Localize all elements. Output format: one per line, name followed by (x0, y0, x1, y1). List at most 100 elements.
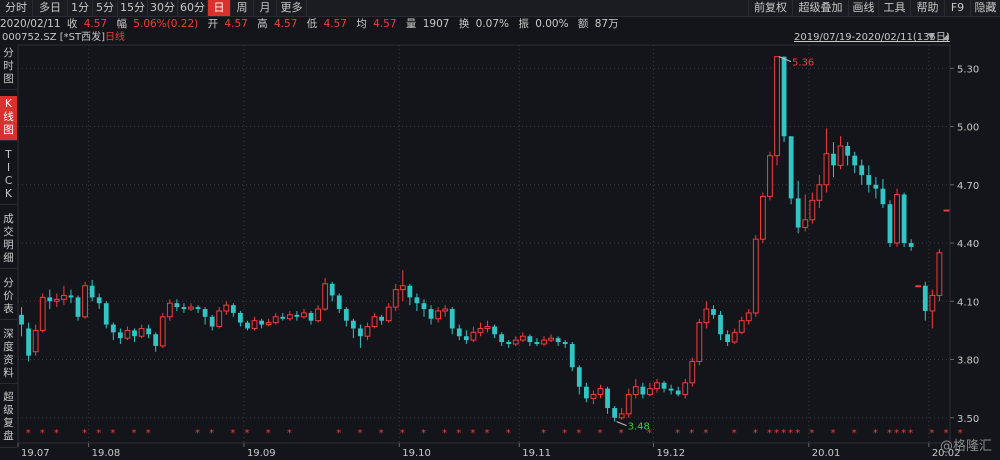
signal-marker: * (244, 428, 249, 439)
range-pin-icon[interactable]: ◢ (942, 31, 949, 44)
watermark: @格隆汇 (939, 439, 992, 454)
signal-marker: * (929, 428, 934, 439)
sidebar-item[interactable]: 分价表 (0, 275, 17, 320)
candle-body (238, 312, 243, 323)
candle-body (138, 327, 145, 337)
signal-marker: * (703, 428, 708, 439)
avg-label: 均 (356, 18, 367, 30)
candle-body (816, 184, 823, 201)
period-tab[interactable]: 5分 (93, 0, 118, 16)
candle-body (449, 309, 455, 329)
signal-marker: * (26, 428, 31, 439)
sidebar-item[interactable]: 分时图 (0, 45, 17, 90)
signal-marker: * (795, 428, 800, 439)
menu-item[interactable]: 超级叠加 (792, 0, 848, 16)
candle-body (259, 320, 264, 325)
candle-body (245, 322, 250, 329)
min-price-label: 3.48 (628, 422, 650, 433)
candle-body (343, 309, 349, 321)
candle-body (463, 336, 469, 341)
candle-body (294, 314, 300, 317)
amplitude-label: 振 (518, 18, 529, 30)
period-tab[interactable]: 更多 (277, 0, 307, 16)
candle-body (308, 312, 314, 321)
period-tab[interactable]: 多日 (33, 0, 68, 16)
period-tab[interactable]: 30分 (148, 0, 178, 16)
period-tab[interactable]: 日 (208, 0, 231, 16)
sidebar-item[interactable]: 成交明细 (0, 211, 17, 269)
candle-body (519, 335, 526, 341)
signal-marker: * (689, 428, 694, 439)
sidebar-item[interactable]: TICK (0, 147, 17, 205)
candle-body (894, 193, 900, 244)
menu-item[interactable]: 画线 (848, 0, 878, 16)
left-sidebar: 分时图 K线图 TICK 成交明细分价表深度资料超级复盘 (0, 45, 17, 460)
candle-body (569, 343, 575, 368)
y-tick-label: 4.70 (957, 181, 979, 192)
candle-body (845, 145, 851, 156)
period-tab[interactable]: 分时 (0, 0, 33, 16)
candle-body (19, 314, 24, 325)
candle-body (315, 308, 321, 322)
open-value: 4.57 (224, 18, 248, 30)
candle-body (618, 413, 625, 419)
menu-item[interactable]: 帮助 (910, 0, 944, 16)
candle-body (880, 188, 886, 205)
period-tab[interactable]: 月 (254, 0, 277, 16)
period-tab[interactable]: 60分 (178, 0, 208, 16)
signal-marker: * (767, 428, 772, 439)
open-label: 开 (207, 18, 219, 30)
period-tab[interactable]: 15分 (118, 0, 148, 16)
candle-body (379, 316, 385, 321)
signal-marker: * (195, 428, 200, 439)
signal-marker: * (40, 428, 45, 439)
menu-item[interactable]: 工具 (878, 0, 910, 16)
date-range-label[interactable]: 2019/07/19-2020/02/11(135日) (794, 31, 950, 44)
candle-body (103, 303, 109, 325)
candle-body (745, 312, 752, 322)
candle-body (625, 393, 632, 415)
candle-body (752, 238, 759, 314)
sidebar-item[interactable]: K线图 (0, 96, 17, 141)
candle-body (562, 342, 568, 344)
signal-marker: * (647, 428, 652, 439)
close-value: 4.57 (83, 18, 108, 30)
candle-body (781, 56, 787, 137)
period-tab[interactable]: 1分 (68, 0, 93, 16)
turnover-label: 换 (458, 18, 470, 30)
candle-body (153, 334, 159, 346)
signal-marker: * (470, 428, 475, 439)
signal-marker: * (541, 428, 546, 439)
candle-body (929, 294, 936, 312)
range-dropdown-icon[interactable]: ▼ (928, 31, 935, 44)
candle-body (583, 386, 589, 399)
signal-marker: * (873, 428, 878, 439)
candle-body (286, 314, 293, 320)
menu-item[interactable]: 前复权 (748, 0, 792, 16)
menu-item[interactable]: F9 (944, 0, 970, 16)
sidebar-item[interactable]: 超级复盘 (0, 390, 17, 448)
signal-marker: * (336, 428, 341, 439)
candle-body (682, 382, 689, 395)
candle-body (110, 324, 116, 333)
low-label: 低 (306, 18, 318, 30)
candle-body (407, 285, 413, 298)
candle-body (230, 305, 236, 313)
period-tab[interactable]: 周 (231, 0, 254, 16)
sidebar-item[interactable]: 深度资料 (0, 326, 17, 384)
candle-body (555, 338, 561, 343)
candle-body (632, 386, 639, 395)
candle-body (809, 199, 816, 221)
candle-body (887, 204, 893, 244)
candle-body (788, 136, 794, 199)
candle-body (534, 342, 540, 344)
candle-body (60, 294, 67, 300)
candle-body (759, 195, 766, 240)
amount-label: 额 (577, 18, 589, 30)
candle-body (590, 393, 597, 399)
y-tick-label: 3.80 (957, 356, 979, 367)
quote-date: 2020/02/11 (0, 18, 61, 30)
menu-item[interactable]: 隐藏 (970, 0, 1000, 16)
candle-body (915, 285, 922, 288)
candle-body (159, 316, 166, 347)
